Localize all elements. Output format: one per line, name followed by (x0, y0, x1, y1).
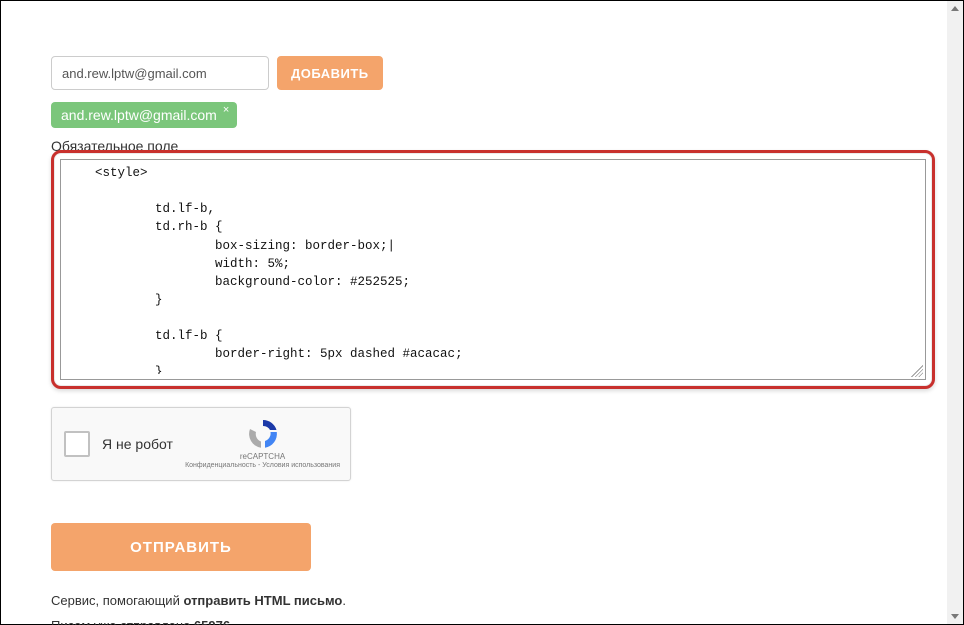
send-button[interactable]: ОТПРАВИТЬ (51, 523, 311, 571)
recaptcha-brand-text: reCAPTCHA (185, 452, 340, 462)
code-textarea-wrap (60, 159, 926, 380)
code-highlight-frame (51, 150, 935, 389)
service-desc-bold: отправить HTML письмо (183, 593, 342, 608)
page-scrollbar[interactable] (947, 1, 963, 624)
email-input[interactable] (51, 56, 269, 90)
recaptcha-label: Я не робот (102, 436, 185, 452)
recaptcha-terms[interactable]: Конфиденциальность - Условия использован… (185, 462, 340, 470)
sent-prefix: Писем уже отправлено (51, 618, 194, 625)
email-tags: and.rew.lptw@gmail.com × (51, 102, 935, 128)
html-code-textarea[interactable] (61, 160, 925, 374)
textarea-resize-handle[interactable] (911, 365, 923, 377)
recaptcha-widget: Я не робот reCAPTCHA Конфиденциальность … (51, 407, 351, 481)
email-tag: and.rew.lptw@gmail.com × (51, 102, 237, 128)
service-description: Сервис, помогающий отправить HTML письмо… (51, 593, 935, 608)
service-desc-suffix: . (342, 593, 346, 608)
recaptcha-logo-icon (247, 418, 279, 450)
scroll-up-arrow[interactable] (949, 3, 961, 15)
window-frame: ДОБАВИТЬ and.rew.lptw@gmail.com × Обязат… (0, 0, 964, 625)
sent-suffix: . (230, 618, 234, 625)
scroll-down-arrow[interactable] (949, 610, 961, 622)
tag-remove-icon[interactable]: × (223, 104, 229, 116)
service-desc-prefix: Сервис, помогающий (51, 593, 183, 608)
sent-count: 65976 (194, 618, 230, 625)
email-tag-text: and.rew.lptw@gmail.com (61, 107, 217, 123)
recaptcha-checkbox[interactable] (64, 431, 90, 457)
page-content: ДОБАВИТЬ and.rew.lptw@gmail.com × Обязат… (51, 56, 935, 624)
recaptcha-branding: reCAPTCHA Конфиденциальность - Условия и… (185, 418, 340, 470)
email-row: ДОБАВИТЬ (51, 56, 935, 90)
sent-counter: Писем уже отправлено 65976. (51, 618, 935, 625)
add-button[interactable]: ДОБАВИТЬ (277, 56, 383, 90)
